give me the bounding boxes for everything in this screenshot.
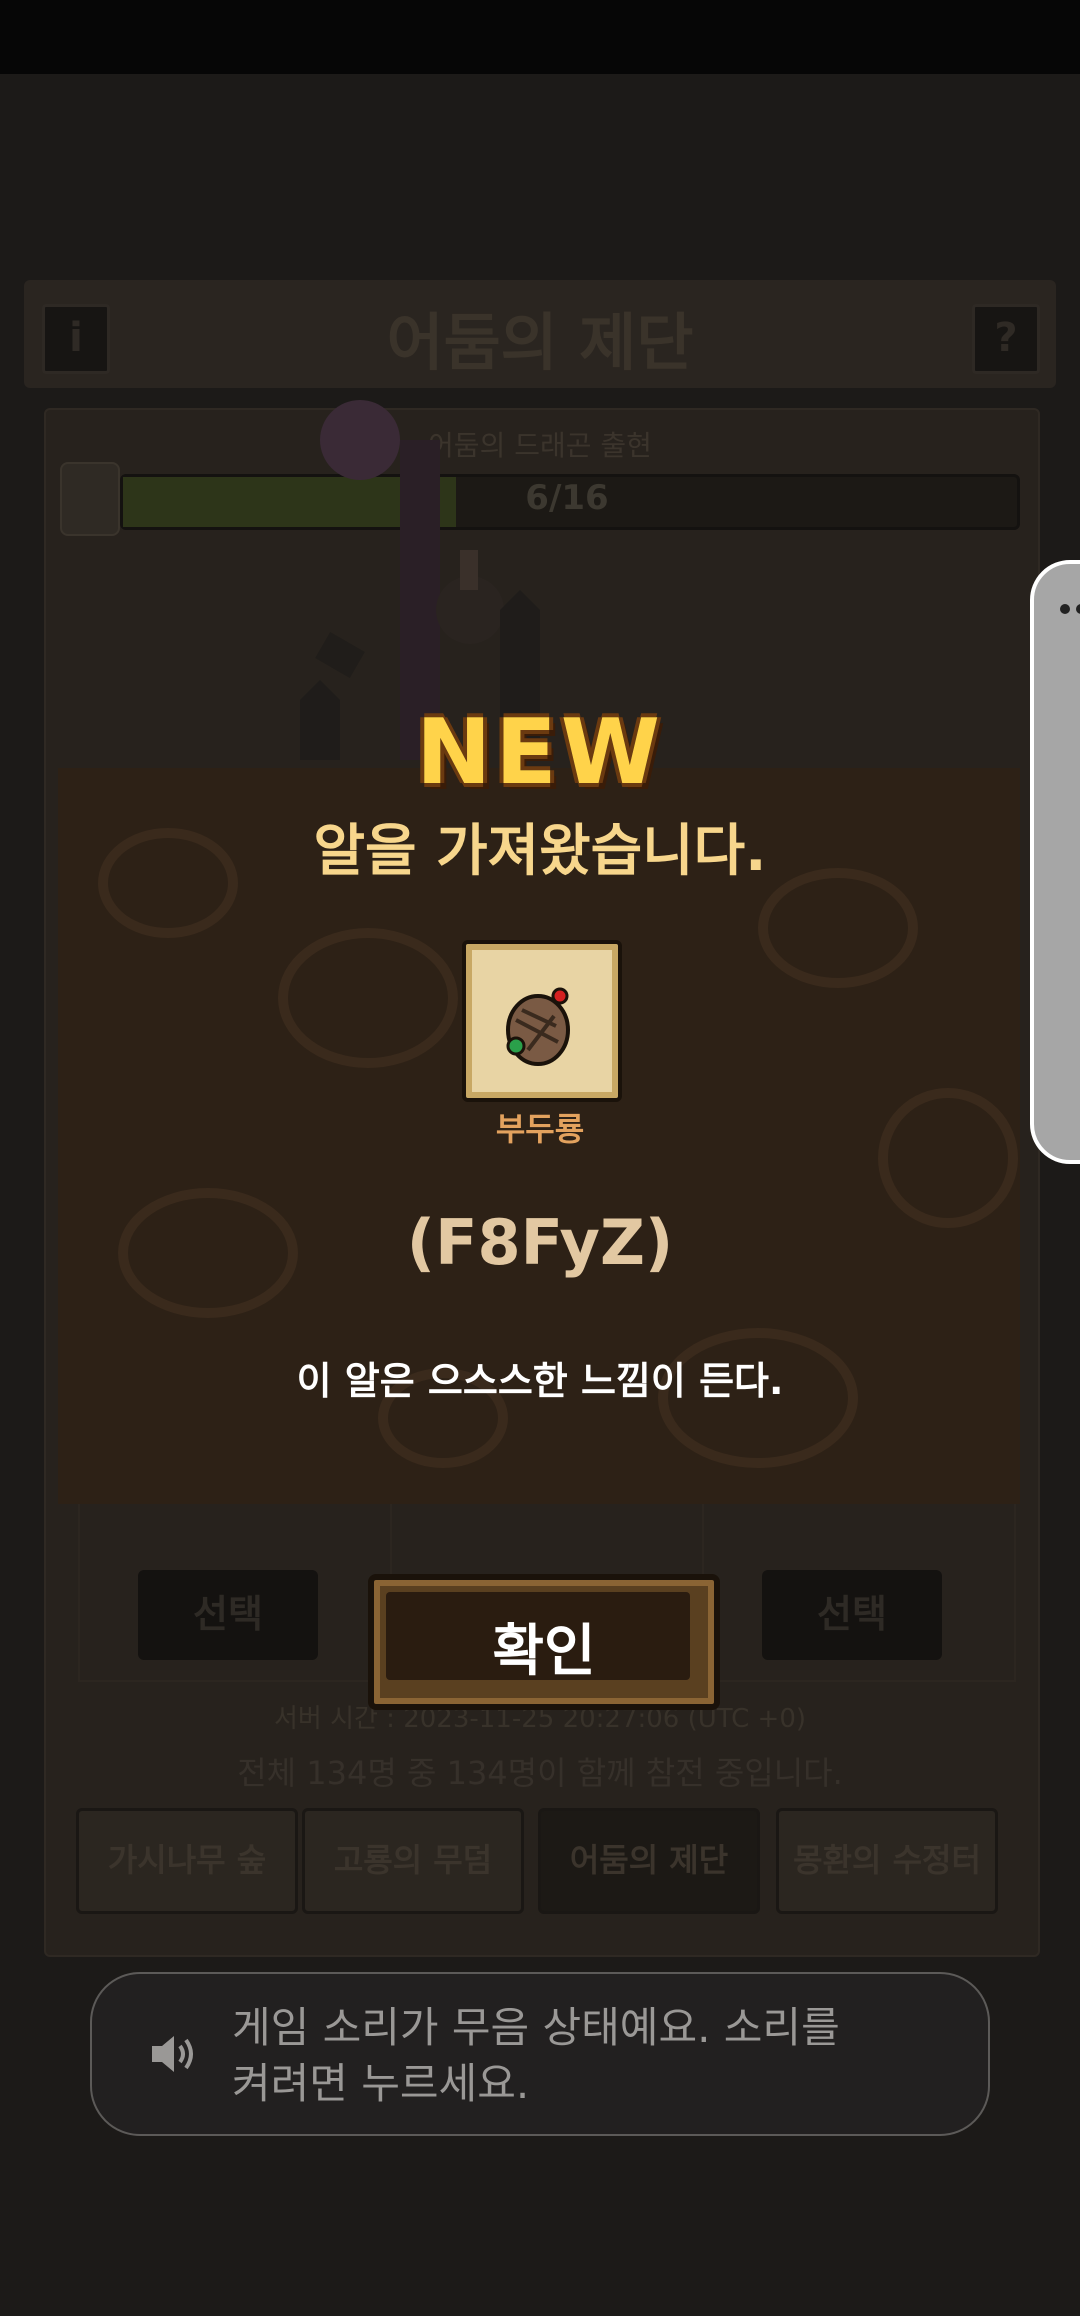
mute-toast-text: 게임 소리가 무음 상태예요. 소리를 켜려면 누르세요.	[232, 2000, 932, 2112]
confirm-button-label[interactable]: 확인	[368, 1606, 720, 1687]
progress-text: 6/16	[525, 478, 609, 518]
tab-dragon-tomb[interactable]: 고룡의 무덤	[302, 1808, 524, 1914]
tab-dark-altar[interactable]: 어둠의 제단	[538, 1808, 760, 1914]
select-button-left[interactable]: 선택	[138, 1570, 318, 1660]
item-code: (F8FyZ)	[406, 1206, 674, 1279]
mute-toast-line2: 켜려면 누르세요.	[232, 2059, 530, 2108]
modal-heading: 알을 가져왔습니다.	[313, 819, 767, 884]
item-name: 부두룡	[495, 1110, 585, 1148]
side-floating-panel[interactable]	[1030, 560, 1080, 1164]
player-count: 전체 134명 중 134명이 함께 참전 중입니다.	[237, 1754, 843, 1792]
panel-dot-icon	[1060, 604, 1070, 614]
select-button-right[interactable]: 선택	[762, 1570, 942, 1660]
new-badge: NEW	[415, 700, 665, 805]
status-bar	[0, 0, 1080, 74]
item-description: 이 알은 으스스한 느낌이 든다.	[296, 1359, 784, 1403]
scroll-icon	[60, 462, 120, 536]
tab-thorn-forest[interactable]: 가시나무 숲	[76, 1808, 298, 1914]
speaker-icon	[152, 2036, 193, 2072]
panel-dot-icon	[1076, 604, 1080, 614]
page-title: 어둠의 제단	[386, 306, 694, 379]
mute-toast-line1: 게임 소리가 무음 상태예요. 소리를	[232, 2003, 840, 2052]
voodoo-egg-icon	[506, 987, 570, 1066]
help-button[interactable]: ?	[972, 304, 1040, 374]
tab-dream-crystal[interactable]: 몽환의 수정터	[776, 1808, 998, 1914]
